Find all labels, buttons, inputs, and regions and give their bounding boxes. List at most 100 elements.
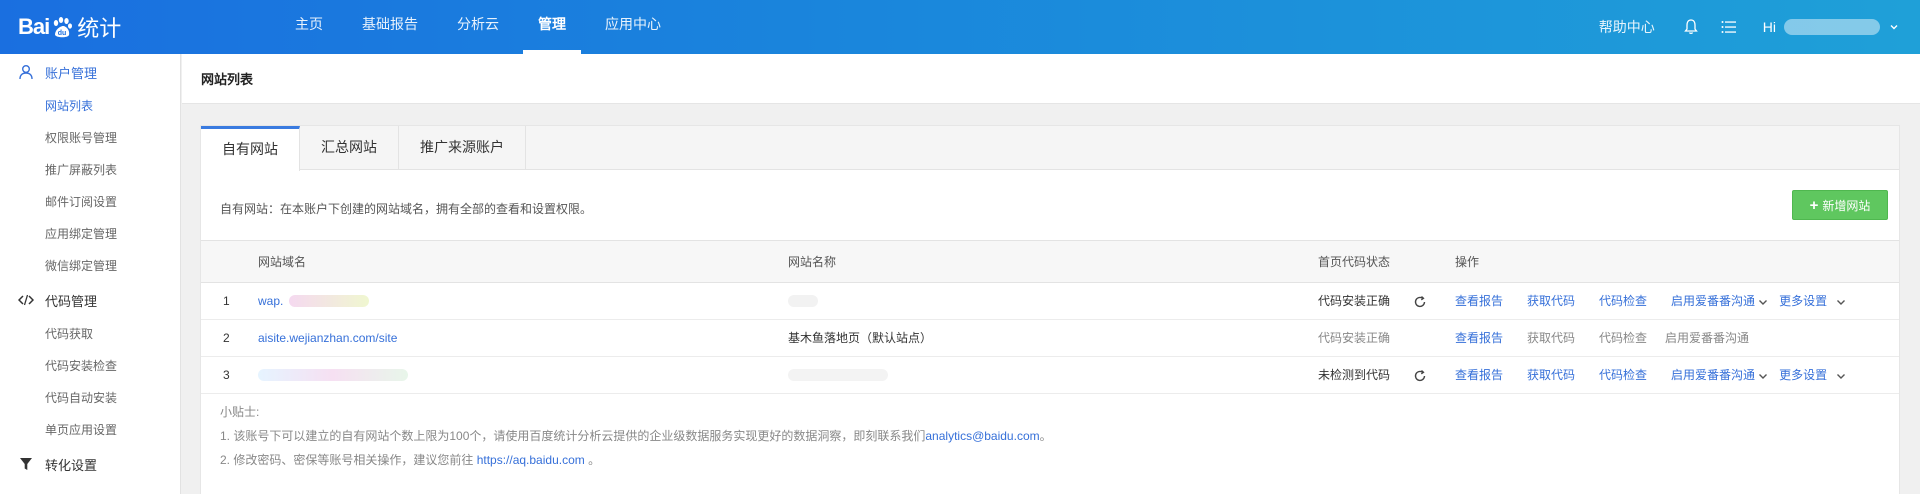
code-check-disabled: 代码检查 (1599, 331, 1648, 345)
username-blurred[interactable] (1784, 19, 1880, 35)
tab-summary-sites[interactable]: 汇总网站 (300, 126, 399, 170)
header-domain: 网站域名 (258, 241, 788, 283)
analytics-email-link[interactable]: analytics@baidu.com (925, 429, 1039, 443)
row-name-cell (788, 356, 1318, 393)
add-site-label: 新增网站 (1822, 198, 1871, 213)
tab-bar: 自有网站 汇总网站 推广来源账户 (201, 126, 1899, 171)
code-check-link[interactable]: 代码检查 (1599, 292, 1647, 309)
view-report-link[interactable]: 查看报告 (1455, 329, 1503, 346)
main-nav: 主页 基础报告 分析云 管理 应用中心 (280, 0, 685, 54)
help-center-link[interactable]: 帮助中心 (1599, 17, 1655, 37)
logo-text-tongji: 统计 (77, 16, 122, 41)
tab-promo-source-accounts[interactable]: 推广来源账户 (399, 126, 526, 170)
header-index (201, 241, 258, 283)
bell-icon[interactable] (1681, 17, 1701, 37)
chevron-down-icon[interactable] (1757, 296, 1769, 308)
enable-aifanfan-disabled: 启用爱番番沟通 (1665, 331, 1750, 345)
enable-aifanfan-link[interactable]: 启用爱番番沟通 (1671, 292, 1769, 309)
row-domain-cell: wap. (258, 282, 788, 319)
tab-own-sites[interactable]: 自有网站 (201, 126, 300, 171)
get-code-link[interactable]: 获取代码 (1527, 292, 1575, 309)
row-status-cell: 代码安装正确 (1318, 282, 1455, 319)
table-row: 1 wap. 代码安装正确 查看报告 获取代码 代码检查 启用爱番番沟通 更多设… (201, 282, 1899, 319)
row-name-cell (788, 282, 1318, 319)
code-check-link[interactable]: 代码检查 (1599, 366, 1647, 383)
sidebar-item-wechat-binding[interactable]: 微信绑定管理 (0, 250, 180, 282)
top-nav-bar: Bai du 统计 主页 基础报告 分析云 管理 应用中心 帮助中心 Hi (0, 0, 1920, 54)
row-status-cell: 未检测到代码 (1318, 356, 1455, 393)
nav-manage[interactable]: 管理 (523, 0, 581, 54)
header-name: 网站名称 (788, 241, 1318, 283)
baidu-tongji-logo[interactable]: Bai du 统计 (18, 10, 121, 44)
more-settings-link[interactable]: 更多设置 (1779, 292, 1847, 309)
table-header-row: 网站域名 网站名称 首页代码状态 操作 (201, 241, 1899, 283)
sidebar-item-promo-block[interactable]: 推广屏蔽列表 (0, 154, 180, 186)
row-index: 2 (223, 330, 230, 345)
tips-section: 小贴士: 1. 该账号下可以建立的自有网站个数上限为100个，请使用百度统计分析… (220, 400, 1052, 472)
get-code-link[interactable]: 获取代码 (1527, 366, 1575, 383)
nav-basic-report[interactable]: 基础报告 (347, 0, 433, 54)
header-ops: 操作 (1455, 241, 1899, 283)
list-menu-icon[interactable] (1719, 17, 1739, 37)
row-domain-link[interactable]: wap. (258, 294, 283, 308)
row-domain-cell: aisite.wejianzhan.com/site (258, 319, 788, 356)
main-content: 网站列表 自有网站 汇总网站 推广来源账户 自有网站：在本账户下创建的网站域名，… (182, 54, 1920, 494)
chevron-down-icon[interactable] (1835, 296, 1847, 308)
row-name: 基木鱼落地页（默认站点） (788, 331, 933, 345)
nav-home[interactable]: 主页 (280, 0, 338, 54)
sidebar-group-label: 转化设置 (45, 457, 98, 473)
sidebar-group-code[interactable]: 代码管理 (0, 282, 180, 318)
logo-text-bai: Bai (18, 14, 50, 39)
row-domain-cell (258, 356, 788, 393)
logo-du-text: du (58, 30, 67, 37)
blurred-name (788, 369, 888, 382)
view-report-link[interactable]: 查看报告 (1455, 366, 1503, 383)
refresh-icon[interactable] (1413, 369, 1427, 383)
row-status: 代码安装正确 (1318, 294, 1391, 308)
row-ops-cell: 查看报告 获取代码 代码检查 启用爱番番沟通 (1455, 319, 1899, 356)
header-status: 首页代码状态 (1318, 241, 1455, 283)
sidebar-group-conversion[interactable]: 转化设置 (0, 446, 180, 482)
sidebar: 账户管理 网站列表 权限账号管理 推广屏蔽列表 邮件订阅设置 应用绑定管理 微信… (0, 54, 181, 494)
greeting-text: Hi (1762, 19, 1776, 35)
sidebar-group-account[interactable]: 账户管理 (0, 54, 180, 90)
sidebar-item-mail-subscription[interactable]: 邮件订阅设置 (0, 186, 180, 218)
row-index: 1 (223, 293, 230, 308)
refresh-icon[interactable] (1413, 295, 1427, 309)
sidebar-item-site-list[interactable]: 网站列表 (0, 90, 180, 122)
row-status: 代码安装正确 (1318, 331, 1391, 345)
aq-baidu-link[interactable]: https://aq.baidu.com (477, 453, 585, 467)
sidebar-group-label: 账户管理 (45, 65, 98, 81)
plus-icon: + (1809, 196, 1819, 214)
filter-icon (17, 455, 35, 473)
tab-description: 自有网站：在本账户下创建的网站域名，拥有全部的查看和设置权限。 (220, 202, 593, 216)
table-row: 2 aisite.wejianzhan.com/site 基木鱼落地页（默认站点… (201, 319, 1899, 356)
chevron-down-icon[interactable] (1757, 370, 1769, 382)
nav-app-center[interactable]: 应用中心 (590, 0, 676, 54)
user-caret-icon[interactable] (1884, 17, 1904, 37)
sidebar-item-app-binding[interactable]: 应用绑定管理 (0, 218, 180, 250)
sidebar-item-code-check[interactable]: 代码安装检查 (0, 350, 180, 382)
user-icon (17, 63, 35, 81)
code-icon (17, 291, 35, 309)
table-row: 3 未检测到代码 查看报告 获取代码 代码检查 启用爱番番沟通 更多设置 (201, 356, 1899, 393)
nav-analytics-cloud[interactable]: 分析云 (442, 0, 514, 54)
tips-line-1: 1. 该账号下可以建立的自有网站个数上限为100个，请使用百度统计分析云提供的企… (220, 429, 1052, 443)
blurred-domain (288, 295, 369, 308)
sidebar-item-auto-install[interactable]: 代码自动安装 (0, 382, 180, 414)
row-index: 3 (223, 367, 230, 382)
tips-line-2: 2. 修改密码、密保等账号相关操作，建议您前往 https://aq.baidu… (220, 453, 601, 467)
more-settings-link[interactable]: 更多设置 (1779, 366, 1847, 383)
row-domain-link[interactable]: aisite.wejianzhan.com/site (258, 331, 397, 345)
add-site-button[interactable]: + 新增网站 (1792, 190, 1888, 220)
sidebar-item-get-code[interactable]: 代码获取 (0, 318, 180, 350)
sidebar-group-label: 代码管理 (45, 293, 98, 309)
blurred-domain[interactable] (258, 369, 408, 382)
tips-title: 小贴士: (220, 405, 260, 419)
sidebar-item-permission[interactable]: 权限账号管理 (0, 122, 180, 154)
view-report-link[interactable]: 查看报告 (1455, 292, 1503, 309)
enable-aifanfan-link[interactable]: 启用爱番番沟通 (1671, 366, 1769, 383)
sidebar-item-spa-settings[interactable]: 单页应用设置 (0, 414, 180, 446)
chevron-down-icon[interactable] (1835, 370, 1847, 382)
site-table: 网站域名 网站名称 首页代码状态 操作 1 wap. 代码安装正确 查看报告 获… (201, 241, 1899, 394)
